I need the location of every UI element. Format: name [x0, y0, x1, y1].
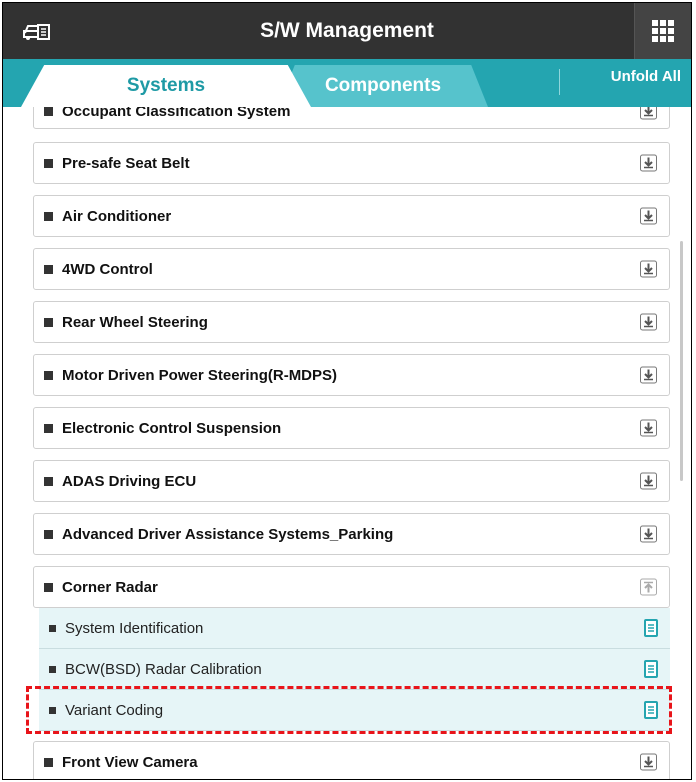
expand-down-icon[interactable]: [640, 313, 657, 331]
expand-down-icon[interactable]: [640, 366, 657, 384]
sub-item-label: BCW(BSD) Radar Calibration: [65, 660, 262, 678]
system-label: Air Conditioner: [62, 207, 172, 225]
system-row-corner-radar[interactable]: Corner Radar: [33, 566, 670, 608]
scrollbar[interactable]: [680, 241, 683, 481]
expand-down-icon[interactable]: [640, 260, 657, 278]
system-label: Pre-safe Seat Belt: [62, 154, 190, 172]
sub-item-label: System Identification: [65, 619, 204, 637]
system-label: Occupant Classification System: [62, 107, 291, 120]
tab-systems[interactable]: Systems: [21, 65, 311, 107]
document-icon[interactable]: [644, 660, 658, 678]
system-label: Corner Radar: [62, 578, 158, 596]
bullet: [44, 757, 53, 767]
system-label: Motor Driven Power Steering(R-MDPS): [62, 366, 338, 384]
document-icon[interactable]: [644, 619, 658, 637]
bullet: [44, 211, 53, 221]
system-row-electronic-control-suspension[interactable]: Electronic Control Suspension: [33, 407, 670, 449]
system-row-adas-parking[interactable]: Advanced Driver Assistance Systems_Parki…: [33, 513, 670, 555]
expand-down-icon[interactable]: [640, 207, 657, 225]
bullet: [44, 423, 53, 433]
system-row-rear-wheel-steering[interactable]: Rear Wheel Steering: [33, 301, 670, 343]
bullet: [44, 107, 53, 116]
system-label: Advanced Driver Assistance Systems_Parki…: [62, 525, 394, 543]
system-label: Front View Camera: [62, 753, 198, 771]
expand-down-icon[interactable]: [640, 419, 657, 437]
sub-item-bcw-radar-calibration[interactable]: BCW(BSD) Radar Calibration: [39, 649, 670, 690]
bullet: [44, 529, 53, 539]
expand-down-icon[interactable]: [640, 107, 657, 120]
app-window: S/W Management Components Systems Unfold…: [2, 2, 692, 780]
bullet: [44, 370, 53, 380]
bullet: [44, 476, 53, 486]
system-row-occupant-classification[interactable]: Occupant Classification System: [33, 107, 670, 129]
sub-item-system-identification[interactable]: System Identification: [39, 608, 670, 649]
tab-components[interactable]: Components: [278, 65, 488, 107]
bullet: [49, 665, 56, 673]
system-row-pre-safe-seat-belt[interactable]: Pre-safe Seat Belt: [33, 142, 670, 184]
page-title: S/W Management: [260, 19, 434, 42]
system-label: Rear Wheel Steering: [62, 313, 208, 331]
bullet: [44, 264, 53, 274]
bullet: [44, 317, 53, 327]
bullet: [49, 706, 56, 714]
bullet: [44, 158, 53, 168]
system-label: ADAS Driving ECU: [62, 472, 197, 490]
system-row-motor-driven-power-steering[interactable]: Motor Driven Power Steering(R-MDPS): [33, 354, 670, 396]
tab-divider: [559, 69, 560, 95]
document-icon[interactable]: [644, 701, 658, 719]
unfold-all-button[interactable]: Unfold All: [611, 59, 681, 95]
expand-down-icon[interactable]: [640, 753, 657, 771]
system-row-front-view-camera[interactable]: Front View Camera: [33, 741, 670, 779]
expand-down-icon[interactable]: [640, 472, 657, 490]
expand-down-icon[interactable]: [640, 525, 657, 543]
tab-bar: Components Systems Unfold All: [3, 59, 691, 107]
sub-item-label: Variant Coding: [65, 701, 164, 719]
systems-list[interactable]: Occupant Classification System Pre-safe …: [3, 107, 691, 779]
system-row-air-conditioner[interactable]: Air Conditioner: [33, 195, 670, 237]
collapse-up-icon[interactable]: [640, 578, 657, 596]
bullet: [49, 624, 56, 632]
sub-item-variant-coding[interactable]: Variant Coding: [39, 690, 670, 731]
system-label: 4WD Control: [62, 260, 153, 278]
system-label: Electronic Control Suspension: [62, 419, 282, 437]
grid-menu-icon[interactable]: [634, 3, 691, 59]
system-row-adas-driving-ecu[interactable]: ADAS Driving ECU: [33, 460, 670, 502]
title-bar: S/W Management: [3, 3, 691, 59]
bullet: [44, 582, 53, 592]
system-row-4wd-control[interactable]: 4WD Control: [33, 248, 670, 290]
expand-down-icon[interactable]: [640, 154, 657, 172]
